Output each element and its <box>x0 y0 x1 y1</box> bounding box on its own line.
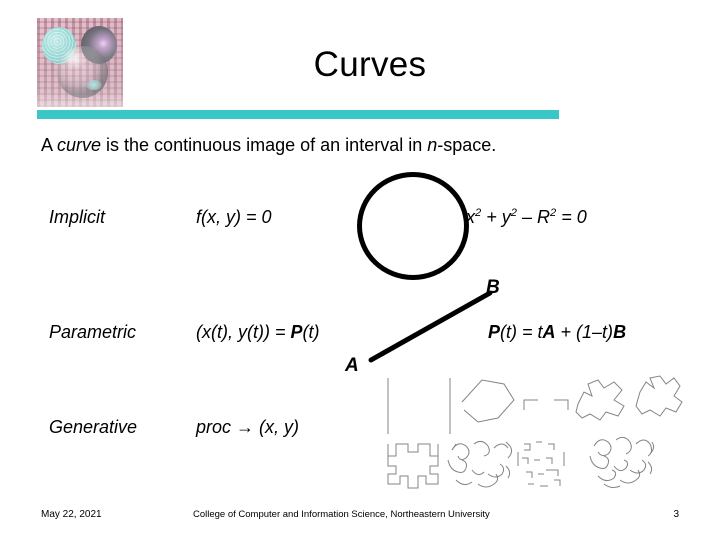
header-decorative-image <box>37 18 123 107</box>
example-parametric-plain2: + (1–t) <box>555 322 614 342</box>
fractal-panel-6 <box>447 440 513 488</box>
fractal-iterations-svg <box>387 375 683 489</box>
representation-label-generative: Generative <box>49 417 138 437</box>
definition-text-mid: is the continuous image of an interval i… <box>101 135 428 155</box>
definition-term-n: n <box>427 135 438 155</box>
example-implicit-term3: – R <box>516 207 550 227</box>
title-divider <box>37 110 559 119</box>
fractal-iterations-figure <box>378 370 690 498</box>
point-label-a: A <box>345 355 359 376</box>
representation-formula-implicit: f(x, y) = 0 <box>196 207 272 227</box>
image-fade-overlay <box>37 18 123 107</box>
representation-label-parametric: Parametric <box>49 322 137 342</box>
formula-generative-plain1: proc <box>196 417 237 437</box>
representation-example-implicit: x2 + y2 – R2 = 0 <box>466 205 587 229</box>
representation-formula-parametric: (x(t), y(t)) = P(t) <box>196 320 320 344</box>
segment-ab-line <box>368 290 493 363</box>
footer-date: May 22, 2021 <box>41 509 102 520</box>
example-implicit-term4: = 0 <box>556 207 587 227</box>
definition-term-curve: curve <box>57 135 102 155</box>
definition-sentence: A curve is the continuous image of an in… <box>41 133 496 157</box>
circle-figure-icon <box>357 172 469 280</box>
representation-label-implicit: Implicit <box>49 207 106 227</box>
fractal-panel-4 <box>635 375 683 417</box>
formula-parametric-bold-p: P <box>290 322 303 342</box>
fractal-panel-5 <box>387 443 439 489</box>
slide-footer: May 22, 2021 College of Computer and Inf… <box>0 508 720 526</box>
footer-page-number: 3 <box>673 509 679 520</box>
definition-text-post: -space. <box>437 135 497 155</box>
footer-institution: College of Computer and Information Scie… <box>193 509 490 520</box>
fractal-panel-7 <box>517 441 565 487</box>
example-parametric-bold-a: A <box>542 322 556 342</box>
fractal-panel-3 <box>554 379 625 421</box>
formula-generative-plain2: (x, y) <box>254 417 300 437</box>
page-title: Curves <box>313 45 427 84</box>
formula-parametric-plain1: (x(t), y(t)) = <box>196 322 291 342</box>
example-parametric-bold-b: B <box>613 322 627 342</box>
right-arrow-icon: → <box>236 417 255 437</box>
point-label-b: B <box>486 277 500 298</box>
example-implicit-term2: + y <box>481 207 511 227</box>
formula-parametric-plain2: (t) <box>302 322 320 342</box>
fractal-panel-2 <box>449 378 538 434</box>
fractal-panel-8 <box>589 436 655 489</box>
representation-formula-generative: proc → (x, y) <box>196 415 299 439</box>
definition-text-pre: A <box>41 135 58 155</box>
